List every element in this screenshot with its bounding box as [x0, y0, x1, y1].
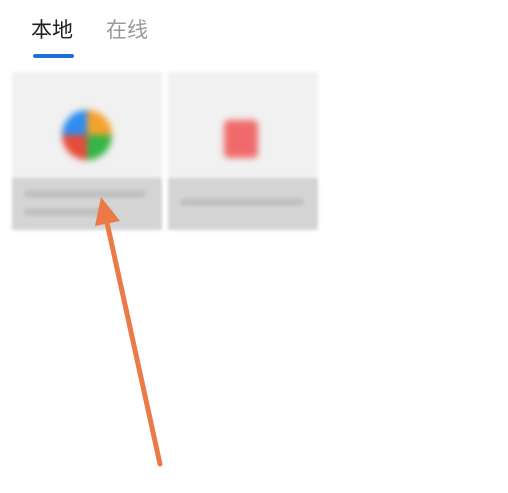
- active-tab-indicator: [33, 54, 74, 58]
- tile-caption-blurred: [168, 178, 318, 230]
- file-tile-2[interactable]: [168, 72, 318, 230]
- colorful-app-icon: [62, 110, 112, 160]
- file-tile-1[interactable]: [12, 72, 162, 230]
- tab-bar: 本地 在线: [0, 0, 508, 64]
- tab-online[interactable]: 在线: [106, 16, 148, 44]
- tile-caption-blurred: [12, 178, 162, 230]
- tab-local[interactable]: 本地: [31, 16, 73, 44]
- red-document-icon: [224, 120, 258, 158]
